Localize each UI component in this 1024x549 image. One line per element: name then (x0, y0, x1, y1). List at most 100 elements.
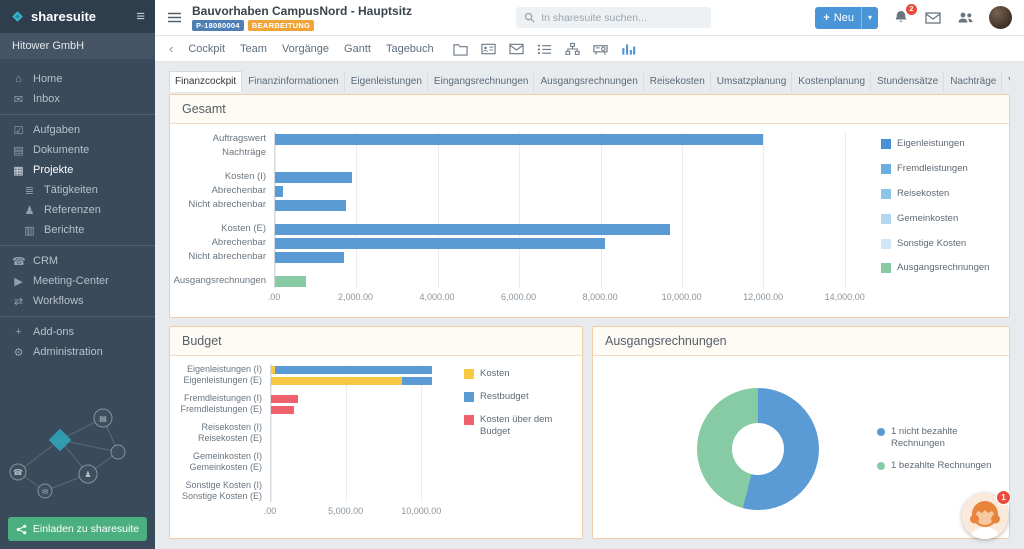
brand-name: sharesuite (31, 9, 97, 24)
messages-button[interactable] (925, 10, 942, 26)
sidebar-item-workflows[interactable]: ⇄ Workflows (0, 291, 155, 311)
bar-row (275, 198, 861, 212)
project-nav-link-tagebuch[interactable]: Tagebuch (386, 43, 434, 55)
sidebar-divider (0, 114, 155, 115)
sidebar-item-projekte[interactable]: ▦ Projekte (0, 160, 155, 180)
sidebar-item-taetigkeiten[interactable]: ≣ Tätigkeiten (0, 180, 155, 200)
folder-icon[interactable] (453, 42, 468, 56)
contact-card-icon[interactable] (481, 42, 496, 56)
tab-kostenplanung[interactable]: Kostenplanung (792, 71, 872, 92)
sidebar-item-referenzen[interactable]: ♟ Referenzen (0, 200, 155, 220)
sidebar-item-label: Berichte (44, 224, 85, 236)
bar-segment (275, 275, 306, 287)
tab-finanzinformationen[interactable]: Finanzinformationen (242, 71, 345, 92)
tab-stundensaetze[interactable]: Stundensätze (871, 71, 945, 92)
bottom-row: Budget Eigenleistungen (I) Eigenleistunge… (169, 326, 1010, 539)
badge-row: P-18080004 BEARBEITUNG (192, 20, 412, 31)
status-badge: BEARBEITUNG (247, 20, 315, 31)
project-id-badge: P-18080004 (192, 20, 244, 31)
home-icon: ⌂ (15, 73, 22, 85)
bar-segment (275, 223, 670, 235)
chart-category-labels: Eigenleistungen (I) Eigenleistungen (E) Fr… (180, 364, 270, 534)
invite-button[interactable]: Einladen zu sharesuite (8, 517, 147, 541)
sidebar-item-berichte[interactable]: ▥ Berichte (0, 220, 155, 240)
project-nav-link-gantt[interactable]: Gantt (344, 43, 371, 55)
page-list-icon[interactable] (167, 11, 182, 24)
search-input[interactable] (541, 11, 704, 24)
support-chat-avatar[interactable]: 1 (962, 490, 1011, 539)
invoices-card: Ausgangsrechnungen 1 nicht bezahlte Rech… (592, 326, 1010, 539)
bar-segment (271, 394, 299, 403)
mail-icon[interactable] (509, 42, 524, 56)
topbar-actions: + Neu ▾ 2 (815, 3, 1012, 29)
legend-swatch (881, 238, 891, 249)
chat-notification-badge: 1 (996, 490, 1011, 505)
tab-vorgaenge[interactable]: Vorgänge (1002, 71, 1010, 92)
project-nav-link-cockpit[interactable]: Cockpit (188, 43, 225, 55)
page-title: Bauvorhaben CampusNord - Hauptsitz (192, 4, 413, 18)
crm-icon: ☎ (12, 255, 26, 268)
projector-icon[interactable] (593, 42, 608, 56)
new-button[interactable]: + Neu ▾ (815, 6, 878, 29)
brand-bar: sharesuite ≡ (0, 0, 155, 33)
tab-ausgangsrechnungen[interactable]: Ausgangsrechnungen (534, 71, 644, 92)
legend-label: Restbudget (480, 390, 529, 402)
gesamt-card-body: Auftragswert Nachträge Kosten (I) Abrechenb… (170, 124, 1009, 317)
bar-category-label: Ausgangsrechnungen (173, 275, 266, 286)
sidebar-item-label: Add-ons (33, 326, 74, 338)
global-search[interactable] (516, 7, 712, 28)
chevron-down-icon[interactable]: ▾ (860, 6, 878, 29)
legend-swatch (881, 188, 891, 199)
sidebar-item-aufgaben[interactable]: ☑ Aufgaben (0, 120, 155, 140)
sidebar-item-administration[interactable]: ⚙ Administration (0, 342, 155, 362)
bar-category-label: Eigenleistungen (E) (183, 375, 262, 385)
sidebar-item-home[interactable]: ⌂ Home (0, 69, 155, 89)
sidebar-item-dokumente[interactable]: ▤ Dokumente (0, 140, 155, 160)
sidebar-item-meeting-center[interactable]: ▶ Meeting-Center (0, 271, 155, 291)
legend-label: Reisekosten (897, 187, 950, 199)
tab-reisekosten[interactable]: Reisekosten (644, 71, 711, 92)
legend-item: Restbudget (464, 391, 570, 403)
tab-nachtraege[interactable]: Nachträge (944, 71, 1003, 92)
x-tick-label: 8,000.00 (582, 292, 618, 302)
legend-label: Ausgangsrechnungen (897, 262, 990, 274)
tab-eigenleistungen[interactable]: Eigenleistungen (345, 71, 428, 92)
tab-umsatzplanung[interactable]: Umsatzplanung (711, 71, 793, 92)
bar-category-label: Fremdleistungen (I) (183, 393, 262, 403)
sidebar-item-add-ons[interactable]: + Add-ons (0, 322, 155, 342)
back-chevron-icon[interactable]: ‹ (169, 42, 173, 55)
bar-gap (275, 160, 861, 170)
bar-row (271, 451, 444, 462)
project-nav-link-team[interactable]: Team (240, 43, 267, 55)
finance-chart-icon[interactable] (621, 42, 636, 56)
user-avatar[interactable] (988, 6, 1012, 29)
invoices-chart: 1 nicht bezahlte Rechnungen 1 bezahlte Re… (605, 364, 997, 534)
bar-row (275, 236, 861, 250)
task-list-icon[interactable] (537, 42, 552, 56)
org-chart-icon[interactable] (565, 42, 580, 56)
bar-category-label: Reisekosten (I) (201, 422, 262, 432)
bar-category-label: Sonstige Kosten (I) (185, 480, 262, 490)
x-tick-label: 6,000.00 (501, 292, 537, 302)
chart-plot-column: .00 2,000.00 4,000.00 6,000.00 8,000.00 10,00… (268, 132, 869, 313)
legend-item: Kosten (464, 368, 570, 380)
sidebar-item-crm[interactable]: ☎ CRM (0, 251, 155, 271)
legend-label: 1 bezahlte Rechnungen (891, 459, 992, 471)
x-tick-label: 5,000.00 (328, 506, 364, 516)
x-tick-label: .00 (267, 292, 281, 302)
sidebar: sharesuite ≡ Hitower GmbH ⌂ Home ✉ Inbox ☑ Au… (0, 0, 155, 549)
chart-category-labels: Auftragswert Nachträge Kosten (I) Abrechenb… (174, 132, 274, 313)
org-selector[interactable]: Hitower GmbH (0, 33, 155, 59)
tab-eingangsrechnungen[interactable]: Eingangsrechnungen (428, 71, 535, 92)
project-nav-link-vorgaenge[interactable]: Vorgänge (282, 43, 329, 55)
menu-toggle-icon[interactable]: ≡ (136, 9, 145, 24)
notifications-button[interactable]: 2 (893, 3, 917, 26)
legend-label: Kosten über dem Budget (480, 413, 553, 437)
bar-gap (271, 473, 444, 480)
main-area: Bauvorhaben CampusNord - Hauptsitz P-180… (155, 0, 1024, 549)
sidebar-item-inbox[interactable]: ✉ Inbox (0, 89, 155, 109)
tab-finanzcockpit[interactable]: Finanzcockpit (169, 71, 243, 92)
budget-card: Budget Eigenleistungen (I) Eigenleistunge… (169, 326, 583, 539)
content: Finanzcockpit Finanzinformationen Eigenlei… (155, 62, 1024, 549)
contacts-button[interactable] (957, 10, 974, 26)
